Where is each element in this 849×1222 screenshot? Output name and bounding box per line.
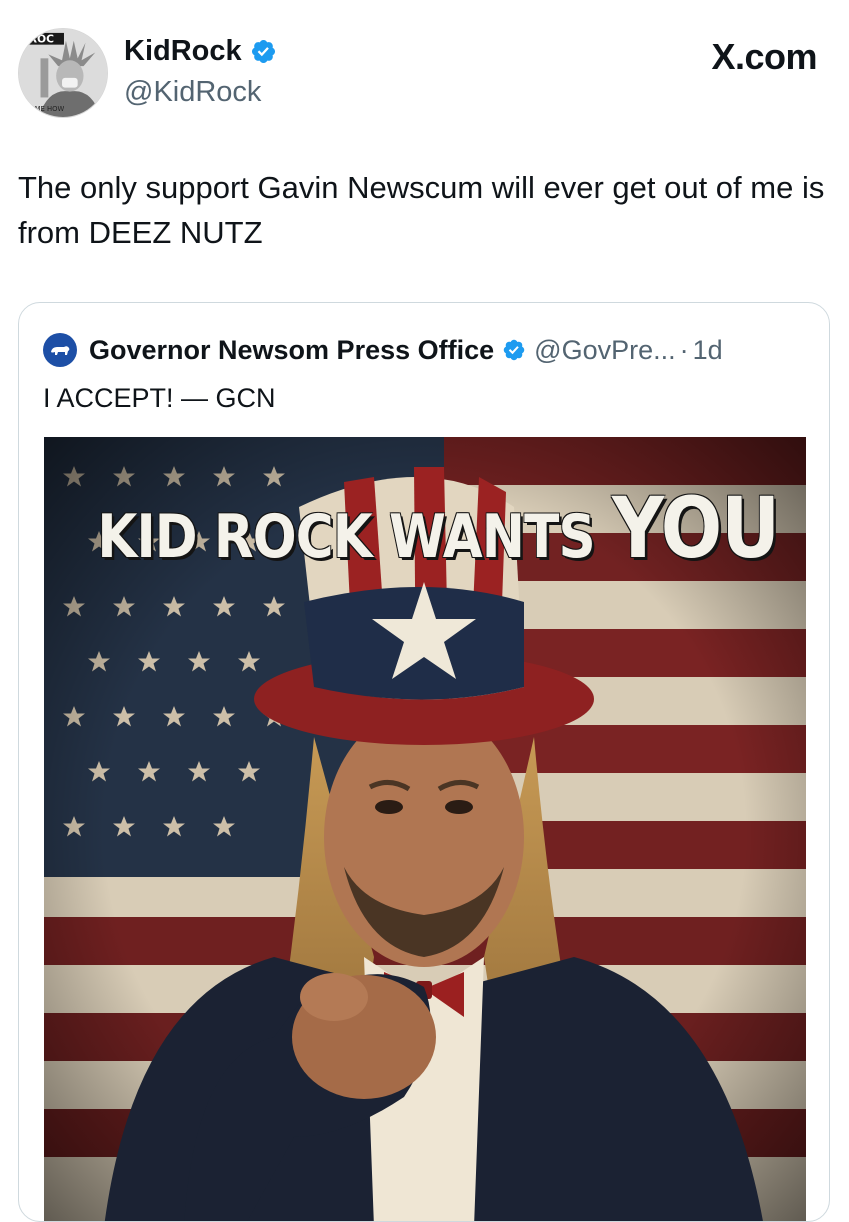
quote-separator: · [679, 334, 689, 365]
author-handle[interactable]: @KidRock [124, 72, 277, 112]
svg-text:ROC: ROC [29, 33, 54, 46]
display-name-row: KidRock [124, 32, 277, 70]
quote-header: Governor Newsom Press Office @GovPre... … [43, 333, 723, 367]
quote-display-name[interactable]: Governor Newsom Press Office [89, 335, 494, 366]
quote-handle[interactable]: @GovPre... [534, 335, 675, 366]
quote-timestamp[interactable]: 1d [693, 335, 723, 366]
verified-badge-icon [251, 39, 275, 63]
author-avatar[interactable]: ROC LL ME HOW [18, 28, 108, 118]
quote-image[interactable]: KID ROCK WANTS YOU [44, 437, 806, 1221]
poster-headline-text: KID ROCK WANTS [97, 502, 595, 572]
quote-tweet-card[interactable]: Governor Newsom Press Office @GovPre... … [18, 302, 830, 1222]
poster-headline-you: YOU [611, 479, 780, 577]
quote-text: I ACCEPT! — GCN [43, 383, 276, 413]
tweet-text: The only support Gavin Newscum will ever… [18, 170, 825, 250]
quote-author-avatar[interactable] [43, 333, 77, 367]
brand-label: X.com [711, 36, 817, 77]
statue-of-liberty-icon: ROC LL ME HOW [19, 29, 107, 117]
california-bear-icon [51, 346, 70, 355]
poster-headline: KID ROCK WANTS YOU [97, 479, 780, 577]
tweet-header: ROC LL ME HOW KidRock @KidRock X.com [18, 28, 819, 118]
verified-badge-icon [503, 339, 525, 361]
author-names: KidRock @KidRock [124, 32, 277, 112]
display-name[interactable]: KidRock [124, 32, 242, 70]
svg-text:LL ME HOW: LL ME HOW [25, 105, 65, 113]
